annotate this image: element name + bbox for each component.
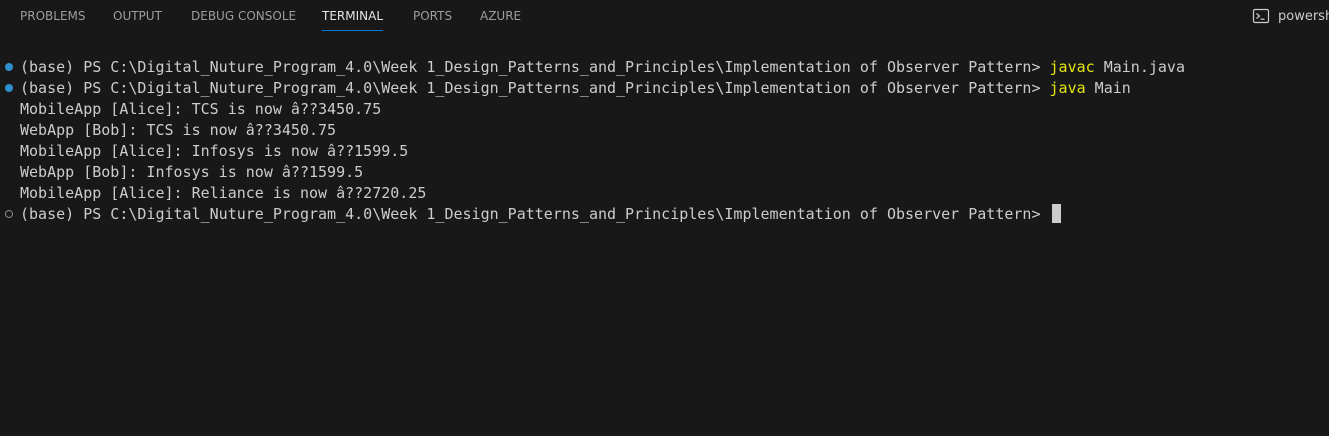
command-args: Main.java bbox=[1094, 58, 1185, 76]
output-line: MobileApp [Alice]: TCS is now â??3450.75 bbox=[0, 99, 1329, 120]
output-text: MobileApp [Alice]: Reliance is now â??27… bbox=[20, 184, 427, 202]
terminal-panel: PROBLEMS OUTPUT DEBUG CONSOLE TERMINAL P… bbox=[0, 0, 1329, 436]
tab-label: PORTS bbox=[413, 9, 453, 23]
tab-label: OUTPUT bbox=[113, 9, 162, 23]
command-line: (base) PS C:\Digital_Nuture_Program_4.0\… bbox=[0, 78, 1329, 99]
output-text: WebApp [Bob]: Infosys is now â??1599.5 bbox=[20, 163, 364, 181]
terminal-output[interactable]: (base) PS C:\Digital_Nuture_Program_4.0\… bbox=[0, 57, 1329, 225]
tab-label: PROBLEMS bbox=[20, 9, 86, 23]
command-line: (base) PS C:\Digital_Nuture_Program_4.0\… bbox=[0, 57, 1329, 78]
output-text: MobileApp [Alice]: TCS is now â??3450.75 bbox=[20, 100, 382, 118]
tab-debug-console[interactable]: DEBUG CONSOLE bbox=[191, 0, 296, 34]
prompt: (base) PS C:\Digital_Nuture_Program_4.0\… bbox=[20, 58, 1050, 76]
output-line: WebApp [Bob]: TCS is now â??3450.75 bbox=[0, 120, 1329, 141]
command-success-decoration[interactable] bbox=[5, 63, 13, 71]
shell-name: powersh bbox=[1278, 9, 1329, 24]
command-success-decoration[interactable] bbox=[5, 84, 13, 92]
command-name: java bbox=[1049, 79, 1086, 97]
tab-azure[interactable]: AZURE bbox=[480, 0, 521, 34]
tab-label: TERMINAL bbox=[322, 9, 384, 23]
active-tab-indicator bbox=[322, 30, 384, 31]
panel-tab-bar: PROBLEMS OUTPUT DEBUG CONSOLE TERMINAL P… bbox=[0, 0, 1329, 34]
tab-problems[interactable]: PROBLEMS bbox=[20, 0, 86, 34]
output-text: MobileApp [Alice]: Infosys is now â??159… bbox=[20, 142, 409, 160]
current-prompt-line: (base) PS C:\Digital_Nuture_Program_4.0\… bbox=[0, 204, 1329, 225]
output-line: WebApp [Bob]: Infosys is now â??1599.5 bbox=[0, 162, 1329, 183]
command-name: javac bbox=[1049, 58, 1095, 76]
prompt: (base) PS C:\Digital_Nuture_Program_4.0\… bbox=[20, 79, 1050, 97]
tab-output[interactable]: OUTPUT bbox=[113, 0, 162, 34]
output-line: MobileApp [Alice]: Reliance is now â??27… bbox=[0, 183, 1329, 204]
tab-label: AZURE bbox=[480, 9, 522, 23]
prompt: (base) PS C:\Digital_Nuture_Program_4.0\… bbox=[20, 205, 1050, 223]
terminal-cursor bbox=[1051, 204, 1061, 223]
command-args: Main bbox=[1085, 79, 1131, 97]
output-line: MobileApp [Alice]: Infosys is now â??159… bbox=[0, 141, 1329, 162]
terminal-icon bbox=[1252, 8, 1270, 24]
command-pending-decoration[interactable] bbox=[5, 210, 13, 218]
tab-label: DEBUG CONSOLE bbox=[191, 9, 297, 23]
output-text: WebApp [Bob]: TCS is now â??3450.75 bbox=[20, 121, 337, 139]
tab-terminal[interactable]: TERMINAL bbox=[322, 0, 384, 34]
tab-ports[interactable]: PORTS bbox=[413, 0, 452, 34]
